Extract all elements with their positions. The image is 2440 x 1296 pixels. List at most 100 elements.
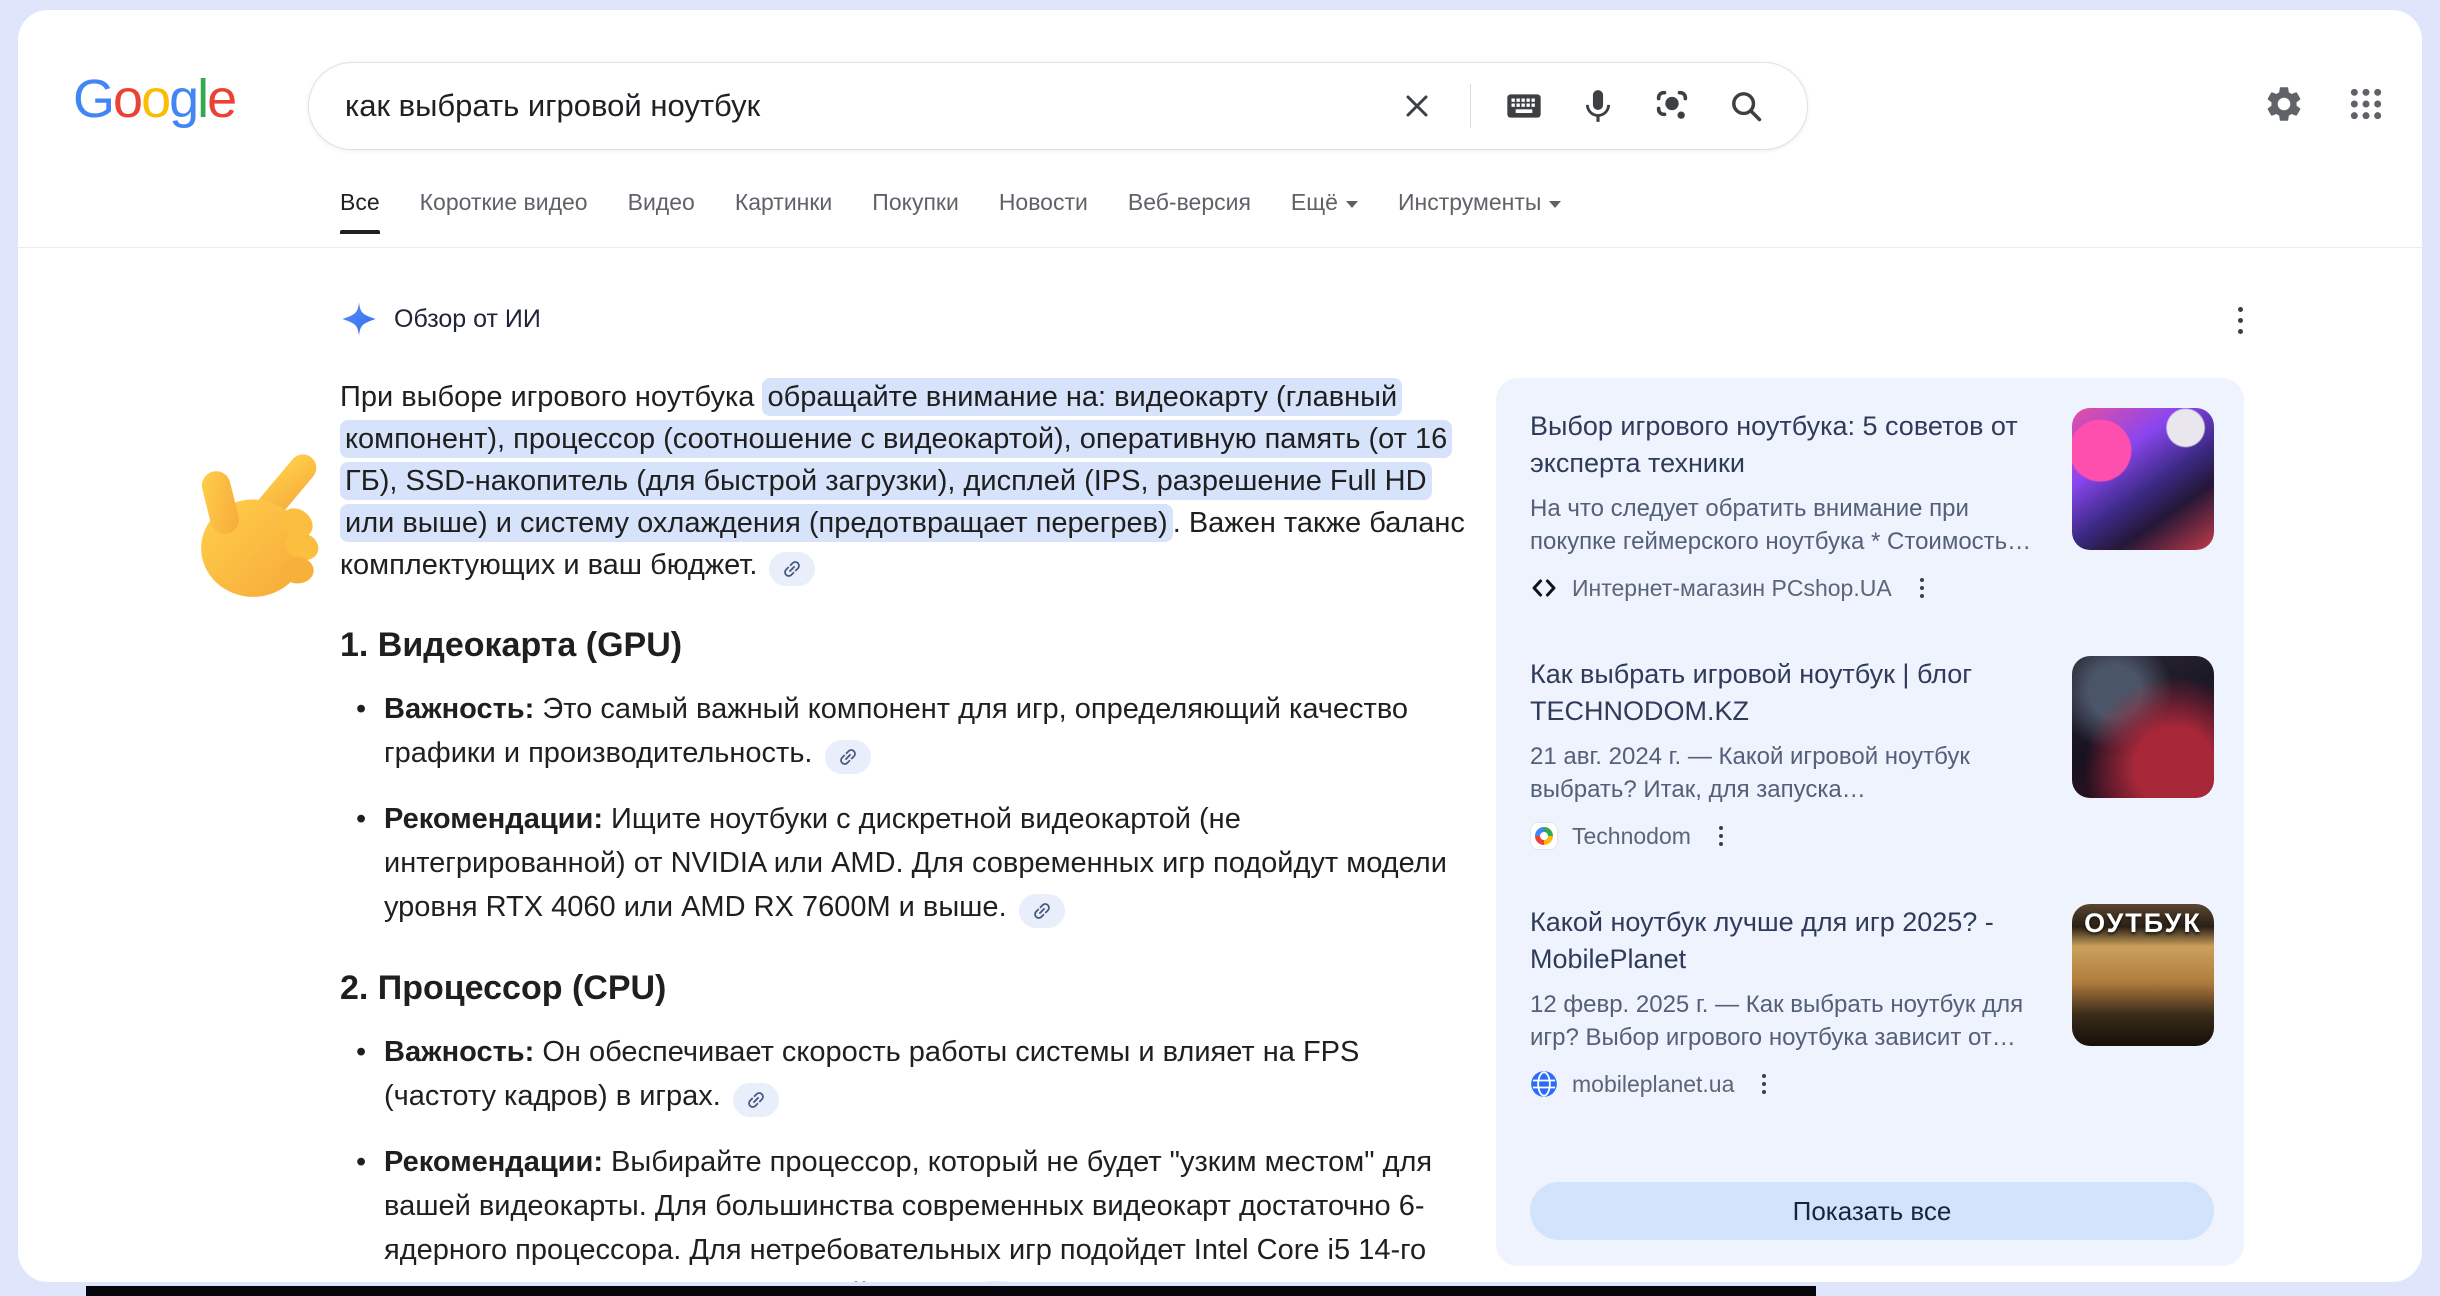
card-source-name: mobileplanet.ua (1572, 1071, 1734, 1098)
source-link-chip[interactable] (975, 1281, 1021, 1282)
google-results-page: Google (18, 10, 2422, 1282)
card-snippet: 12 февр. 2025 г. — Как выбрать ноутбук д… (1530, 988, 2046, 1054)
card-title[interactable]: Выбор игрового ноутбука: 5 советов от эк… (1530, 408, 2046, 482)
search-bar[interactable] (308, 62, 1808, 150)
ai-overview-header: Обзор от ИИ (340, 300, 541, 338)
source-card-2[interactable]: Как выбрать игровой ноутбук | блог TECHN… (1530, 656, 2214, 850)
source-card-1[interactable]: Выбор игрового ноутбука: 5 советов от эк… (1530, 408, 2214, 602)
card-menu-button[interactable] (1916, 574, 1928, 602)
tab-label: Короткие видео (420, 189, 588, 216)
microphone-icon (1579, 87, 1617, 125)
card-menu-button[interactable] (1758, 1070, 1770, 1098)
link-icon (777, 553, 808, 584)
search-submit-button[interactable] (1725, 85, 1767, 127)
source-card-3[interactable]: Какой ноутбук лучше для игр 2025? - Mobi… (1530, 904, 2214, 1098)
bullet-dot: • (340, 1030, 384, 1118)
logo-letter: e (207, 68, 235, 130)
list-item: • Важность: Он обеспечивает скорость раб… (340, 1030, 1468, 1118)
tab-short-videos[interactable]: Короткие видео (420, 189, 588, 234)
result-tabs: Все Короткие видео Видео Картинки Покупк… (340, 189, 1561, 234)
card-menu-button[interactable] (1715, 822, 1727, 850)
tab-videos[interactable]: Видео (628, 189, 695, 234)
source-link-chip[interactable] (1019, 894, 1065, 928)
google-lens-icon (1652, 86, 1692, 126)
bullet-text: Важность: Это самый важный компонент для… (384, 687, 1468, 775)
bullet-text: Рекомендации: Выбирайте процессор, котор… (384, 1140, 1468, 1282)
pointing-hand-emoji (186, 444, 354, 612)
bullet-label: Рекомендации: (384, 1146, 603, 1178)
search-bar-divider (1470, 84, 1471, 128)
tab-news[interactable]: Новости (999, 189, 1088, 234)
search-icon (1727, 87, 1765, 125)
bottom-cutoff-bar (86, 1286, 1816, 1296)
tab-tools[interactable]: Инструменты (1398, 189, 1561, 234)
ai-sources-panel: Выбор игрового ноутбука: 5 советов от эк… (1496, 378, 2244, 1266)
tab-all[interactable]: Все (340, 189, 380, 234)
google-apps-button[interactable] (2344, 82, 2388, 126)
card-source-row: Интернет-магазин PCshop.UA (1530, 574, 2046, 602)
ai-intro-paragraph: При выборе игрового ноутбука обращайте в… (340, 376, 1468, 586)
virtual-keyboard-button[interactable] (1503, 85, 1545, 127)
list-item: • Рекомендации: Ищите ноутбуки с дискрет… (340, 797, 1468, 929)
settings-button[interactable] (2262, 82, 2306, 126)
tab-label: Все (340, 189, 380, 216)
show-all-button[interactable]: Показать все (1530, 1182, 2214, 1240)
search-input[interactable] (309, 88, 1396, 124)
logo-letter: o (141, 68, 169, 130)
card-text: Выбор игрового ноутбука: 5 советов от эк… (1530, 408, 2046, 602)
ai-sparkle-icon (340, 300, 378, 338)
technodom-favicon (1530, 822, 1558, 850)
tab-label: Новости (999, 189, 1088, 216)
tab-web[interactable]: Веб-версия (1128, 189, 1251, 234)
chevron-down-icon (1346, 201, 1358, 208)
bullet-dot: • (340, 1140, 384, 1282)
section-heading-cpu: 2. Процессор (CPU) (340, 969, 1468, 1008)
logo-letter: o (113, 68, 141, 130)
chevron-down-icon (1549, 201, 1561, 208)
card-text: Какой ноутбук лучше для игр 2025? - Mobi… (1530, 904, 2046, 1098)
ai-overview-menu-button[interactable] (2222, 300, 2258, 340)
keyboard-icon (1504, 86, 1544, 126)
logo-letter: l (197, 68, 207, 130)
bullet-body: Это самый важный компонент для игр, опре… (384, 693, 1408, 769)
tab-label: Покупки (872, 189, 959, 216)
card-thumbnail[interactable]: ОУТБУК (2072, 904, 2214, 1046)
link-icon (1026, 895, 1057, 926)
card-thumbnail[interactable] (2072, 656, 2214, 798)
link-icon (740, 1084, 771, 1115)
card-source-row: mobileplanet.ua (1530, 1070, 2046, 1098)
source-link-chip[interactable] (733, 1083, 779, 1117)
tab-images[interactable]: Картинки (735, 189, 832, 234)
list-item: • Важность: Это самый важный компонент д… (340, 687, 1468, 775)
card-snippet: 21 авг. 2024 г. — Какой игровой ноутбук … (1530, 740, 2046, 806)
bullet-dot: • (340, 687, 384, 775)
bullet-label: Важность: (384, 1036, 534, 1068)
card-thumbnail[interactable] (2072, 408, 2214, 550)
tab-label: Инструменты (1398, 189, 1541, 216)
gpu-bullet-list: • Важность: Это самый важный компонент д… (340, 687, 1468, 929)
ai-overview-title: Обзор от ИИ (394, 305, 541, 334)
google-logo[interactable]: Google (73, 68, 235, 130)
card-source-name: Technodom (1572, 823, 1691, 850)
voice-search-button[interactable] (1577, 85, 1619, 127)
bullet-dot: • (340, 797, 384, 929)
tab-shopping[interactable]: Покупки (872, 189, 959, 234)
tab-more[interactable]: Ещё (1291, 189, 1358, 234)
close-icon (1399, 88, 1435, 124)
card-title[interactable]: Какой ноутбук лучше для игр 2025? - Mobi… (1530, 904, 2046, 978)
logo-letter: g (169, 68, 197, 130)
source-link-chip[interactable] (769, 552, 815, 586)
bullet-label: Важность: (384, 693, 534, 725)
source-link-chip[interactable] (825, 740, 871, 774)
link-icon (832, 741, 863, 772)
lens-search-button[interactable] (1651, 85, 1693, 127)
tab-label: Картинки (735, 189, 832, 216)
list-item: • Рекомендации: Выбирайте процессор, кот… (340, 1140, 1468, 1282)
card-snippet: На что следует обратить внимание при пок… (1530, 492, 2046, 558)
card-title[interactable]: Как выбрать игровой ноутбук | блог TECHN… (1530, 656, 2046, 730)
screen: Google (0, 0, 2440, 1296)
clear-search-button[interactable] (1396, 85, 1438, 127)
gear-icon (2263, 83, 2305, 125)
bullet-label: Рекомендации: (384, 803, 603, 835)
tab-label: Веб-версия (1128, 189, 1251, 216)
